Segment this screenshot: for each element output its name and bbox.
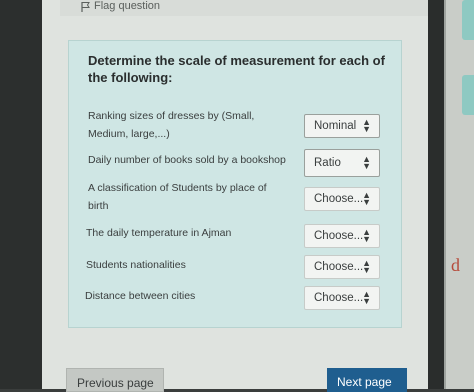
next-page-button[interactable]: Next page — [327, 368, 407, 392]
side-panel-tab[interactable] — [462, 0, 474, 40]
select-arrows-icon: ▲ ▼ — [362, 227, 371, 244]
select-value: Choose... — [314, 230, 364, 242]
left-edge — [0, 0, 42, 389]
scale-select[interactable]: Choose... ▲ ▼ — [304, 187, 380, 211]
side-panel — [444, 0, 474, 389]
row-label: Students nationalities — [86, 259, 186, 271]
row-label: The daily temperature in Ajman — [86, 227, 232, 239]
row-label: A classification of Students by place of… — [88, 182, 267, 212]
side-panel-tab[interactable] — [462, 75, 474, 115]
question-text: Determine the scale of measurement for e… — [88, 53, 385, 85]
select-value: Nominal — [314, 120, 357, 132]
flag-question-label: Flag question — [94, 0, 161, 12]
select-arrows-icon: ▲ ▼ — [362, 117, 371, 134]
previous-page-label: Previous page — [77, 376, 154, 390]
select-value: Choose... — [314, 261, 364, 273]
next-page-label: Next page — [337, 375, 392, 389]
previous-page-button[interactable]: Previous page — [66, 368, 164, 392]
scale-select[interactable]: Choose... ▲ ▼ — [304, 255, 380, 279]
scale-select[interactable]: Choose... ▲ ▼ — [304, 224, 380, 248]
scale-select[interactable]: Nominal ▲ ▼ — [304, 114, 380, 138]
select-arrows-icon: ▲ ▼ — [362, 289, 371, 306]
row-label: Distance between cities — [85, 290, 196, 302]
flag-icon — [81, 2, 90, 12]
select-value: Choose... — [314, 292, 364, 304]
select-arrows-icon: ▲ ▼ — [362, 190, 371, 207]
select-value: Ratio — [314, 157, 341, 169]
row-label: Daily number of books sold by a bookshop — [88, 154, 286, 166]
side-panel-text: d — [451, 255, 460, 275]
select-value: Choose... — [314, 193, 364, 205]
flag-question-link[interactable]: Flag question — [60, 0, 430, 16]
row-label: Ranking sizes of dresses by (Small, Medi… — [88, 110, 255, 140]
select-arrows-icon: ▲ ▼ — [362, 154, 371, 171]
scale-select[interactable]: Choose... ▲ ▼ — [304, 286, 380, 310]
scale-select[interactable]: Ratio ▲ ▼ — [304, 149, 380, 177]
select-arrows-icon: ▲ ▼ — [362, 258, 371, 275]
